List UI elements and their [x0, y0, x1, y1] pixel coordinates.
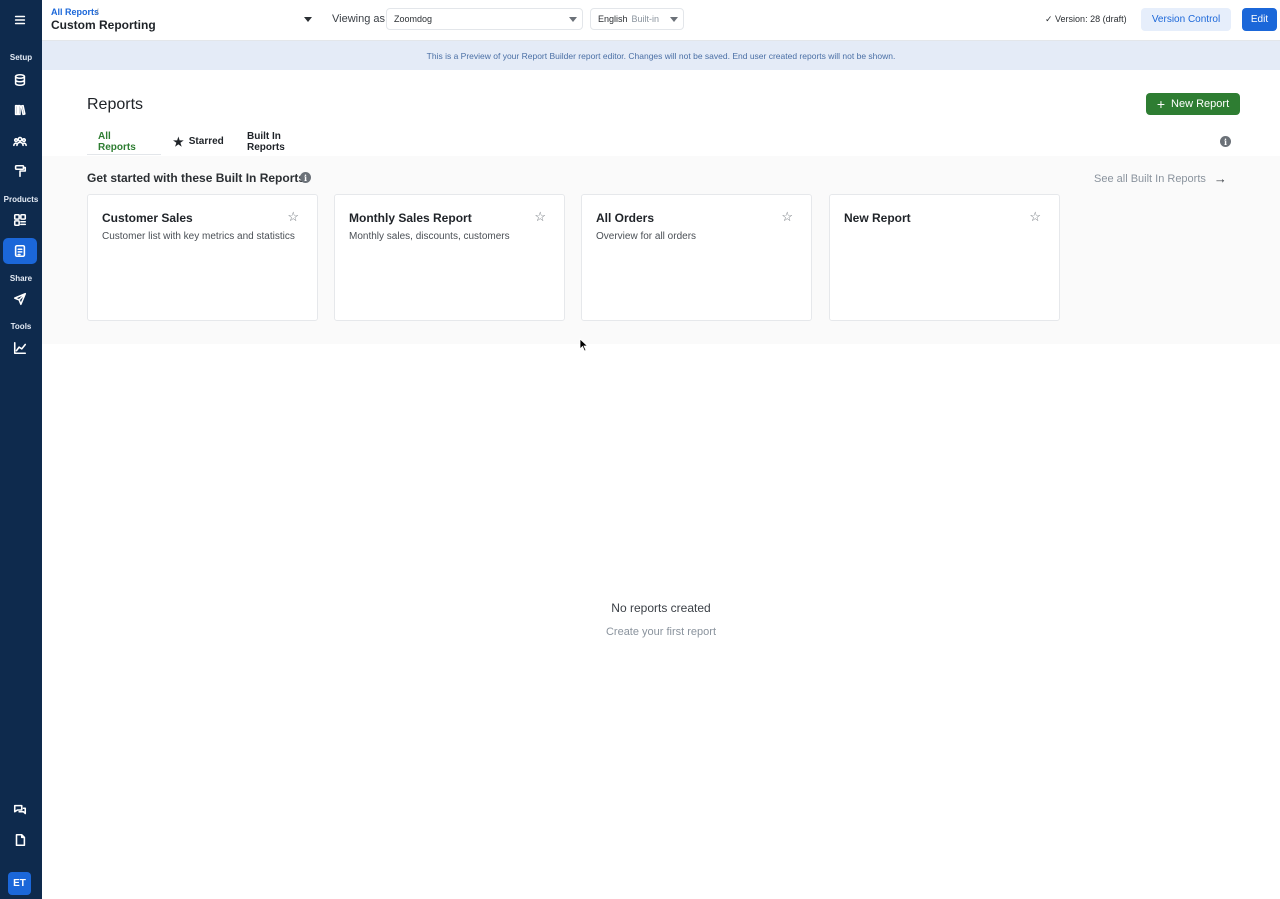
tab-starred[interactable]: ★ Starred: [173, 128, 224, 155]
sidebar-item-theme[interactable]: [3, 158, 37, 184]
plus-icon: +: [1156, 95, 1166, 112]
tab-built-in-reports[interactable]: Built In Reports: [247, 128, 285, 155]
card-description: Monthly sales, discounts, customers: [349, 231, 510, 242]
empty-state-subtitle[interactable]: Create your first report: [42, 626, 1280, 638]
library-icon: [14, 104, 26, 116]
report-card[interactable]: New Report ☆: [829, 194, 1060, 321]
report-card[interactable]: Monthly Sales Report Monthly sales, disc…: [334, 194, 565, 321]
sidebar-item-analytics[interactable]: [3, 335, 37, 361]
new-report-label: New Report: [1171, 98, 1230, 110]
user-avatar[interactable]: ET: [8, 872, 31, 895]
sidebar-item-docs[interactable]: [3, 827, 37, 853]
main-content: Reports + New Report All Reports ★ Starr…: [42, 70, 1280, 899]
report-icon: [14, 244, 26, 258]
sidebar-item-users[interactable]: [3, 128, 37, 154]
section-title: Get started with these Built In Reports: [87, 171, 306, 185]
language-sub: Built-in: [631, 14, 660, 24]
card-description: Customer list with key metrics and stati…: [102, 231, 295, 242]
sidebar-section-share: Share: [9, 274, 33, 283]
document-icon: [15, 833, 26, 847]
sidebar-item-dashboards[interactable]: [3, 207, 37, 233]
edit-button[interactable]: Edit: [1242, 8, 1277, 31]
tab-all-reports[interactable]: All Reports: [98, 128, 136, 155]
line-chart-icon: [13, 341, 27, 355]
preview-banner: This is a Preview of your Report Builder…: [42, 41, 1280, 70]
version-label: Version: 28 (draft): [1055, 14, 1127, 24]
see-all-label: See all Built In Reports: [1094, 172, 1206, 185]
viewing-as-value: Zoomdog: [394, 14, 433, 24]
database-icon: [14, 73, 26, 87]
check-icon: ✓: [1045, 14, 1056, 24]
breadcrumb-separator: /: [96, 7, 99, 17]
arrow-right-icon: →: [1213, 171, 1227, 186]
card-title: All Orders: [596, 211, 655, 225]
version-control-button[interactable]: Version Control: [1141, 8, 1231, 31]
tab-starred-label: Starred: [188, 136, 224, 147]
dashboard-icon: [13, 213, 27, 227]
top-header: All Reports / Custom Reporting Viewing a…: [42, 0, 1280, 41]
viewing-as-select[interactable]: Zoomdog: [386, 8, 583, 30]
star-icon[interactable]: ☆: [1029, 210, 1041, 223]
sidebar: Setup Products Share Tools ET: [0, 0, 42, 899]
users-icon: [13, 136, 27, 147]
language-select[interactable]: English Built-in: [590, 8, 684, 30]
card-title: Monthly Sales Report: [349, 211, 472, 225]
info-icon[interactable]: i: [300, 172, 311, 183]
sidebar-item-share[interactable]: [3, 286, 37, 312]
report-card[interactable]: All Orders Overview for all orders ☆: [581, 194, 812, 321]
sidebar-section-tools: Tools: [10, 322, 32, 331]
paint-roller-icon: [14, 164, 27, 178]
sidebar-section-products: Products: [3, 195, 39, 204]
send-icon: [13, 292, 27, 306]
sidebar-item-reports[interactable]: [3, 238, 37, 264]
report-card[interactable]: Customer Sales Customer list with key me…: [87, 194, 318, 321]
tab-underline: [87, 154, 161, 155]
app-switcher-chevron-icon[interactable]: [304, 17, 312, 22]
sidebar-item-chat[interactable]: [3, 797, 37, 823]
star-icon[interactable]: ☆: [287, 210, 299, 223]
chat-icon: [13, 804, 27, 815]
star-filled-icon: ★: [173, 134, 184, 149]
language-value: English: [598, 14, 628, 24]
sidebar-item-library[interactable]: [3, 97, 37, 123]
empty-state-title: No reports created: [611, 601, 711, 615]
card-title: New Report: [844, 211, 911, 225]
version-status: ✓ Version: 28 (draft): [1045, 14, 1127, 25]
page-title: Reports: [87, 96, 144, 113]
star-icon[interactable]: ☆: [534, 210, 546, 223]
menu-button[interactable]: [3, 7, 37, 33]
new-report-button[interactable]: + New Report: [1146, 93, 1240, 115]
breadcrumb-all-reports[interactable]: All Reports: [51, 7, 99, 17]
menu-icon: [14, 15, 26, 25]
app-title: Custom Reporting: [51, 18, 156, 32]
built-in-reports-section: Get started with these Built In Reports …: [42, 156, 1280, 344]
card-description: Overview for all orders: [596, 231, 697, 242]
sidebar-section-setup: Setup: [9, 53, 33, 62]
card-title: Customer Sales: [102, 211, 193, 225]
viewing-as-label: Viewing as: [332, 13, 385, 25]
info-icon[interactable]: i: [1220, 136, 1231, 147]
chevron-down-icon: [670, 17, 678, 22]
see-all-built-in-link[interactable]: See all Built In Reports →: [1094, 171, 1227, 186]
chevron-down-icon: [569, 17, 577, 22]
star-icon[interactable]: ☆: [781, 210, 793, 223]
mouse-cursor-icon: [579, 338, 589, 352]
sidebar-item-database[interactable]: [3, 67, 37, 93]
